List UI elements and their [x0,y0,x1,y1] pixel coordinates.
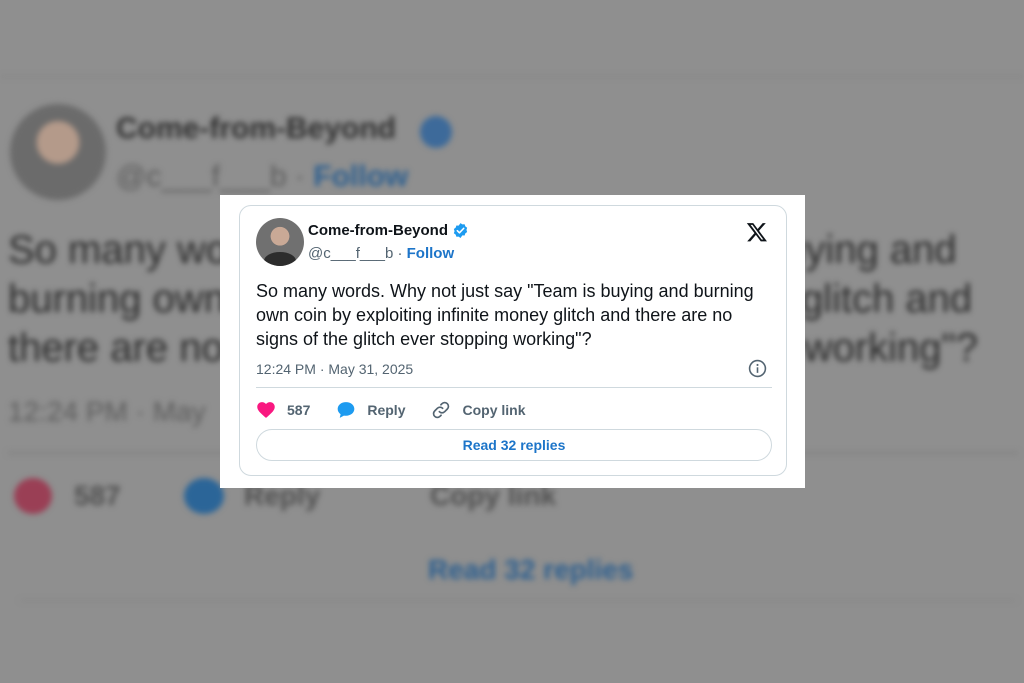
verified-badge-icon [453,223,468,238]
speech-bubble-icon [338,402,355,418]
background-author-name: Come-from-Beyond [116,112,397,145]
x-logo-icon[interactable] [746,221,768,243]
copy-link-button[interactable]: Copy link [431,400,526,420]
info-icon[interactable] [748,359,767,378]
heart-icon [257,402,275,418]
background-read-replies: Read 32 replies [428,554,634,585]
like-count: 587 [287,402,311,418]
separator: · [397,245,403,262]
link-icon [433,401,450,419]
copy-link-label: Copy link [462,402,526,418]
background-handle: @c___f___b · Follow [116,160,409,193]
background-avatar [10,104,106,200]
background-verified-icon [420,116,452,148]
embed-frame: Come-from-Beyond @c___f___b · Follow So … [220,195,805,488]
reply-button[interactable]: Reply [336,400,405,420]
like-button[interactable]: 587 [256,400,310,420]
background-like-count: 587 [74,480,121,511]
action-bar: 587 Reply Copy link [256,400,552,420]
reply-label: Reply [367,402,406,418]
follow-button[interactable]: Follow [407,245,455,262]
handle-row: @c___f___b · Follow [308,245,454,262]
background-timestamp: 12:24 PM · May [8,396,206,427]
author-row: Come-from-Beyond [308,222,469,239]
divider [256,387,772,388]
timestamp[interactable]: 12:24 PM · May 31, 2025 [256,361,413,377]
background-divider [0,76,1024,77]
background-divider-3 [20,600,1016,601]
background-heart-icon [14,478,52,514]
tweet-card[interactable]: Come-from-Beyond @c___f___b · Follow So … [239,205,787,476]
background-reply-icon [184,478,224,514]
read-replies-button[interactable]: Read 32 replies [256,429,772,461]
author-name[interactable]: Come-from-Beyond [308,222,448,239]
tweet-text: So many words. Why not just say "Team is… [256,281,754,349]
avatar[interactable] [256,218,304,266]
author-handle[interactable]: @c___f___b [308,245,393,262]
